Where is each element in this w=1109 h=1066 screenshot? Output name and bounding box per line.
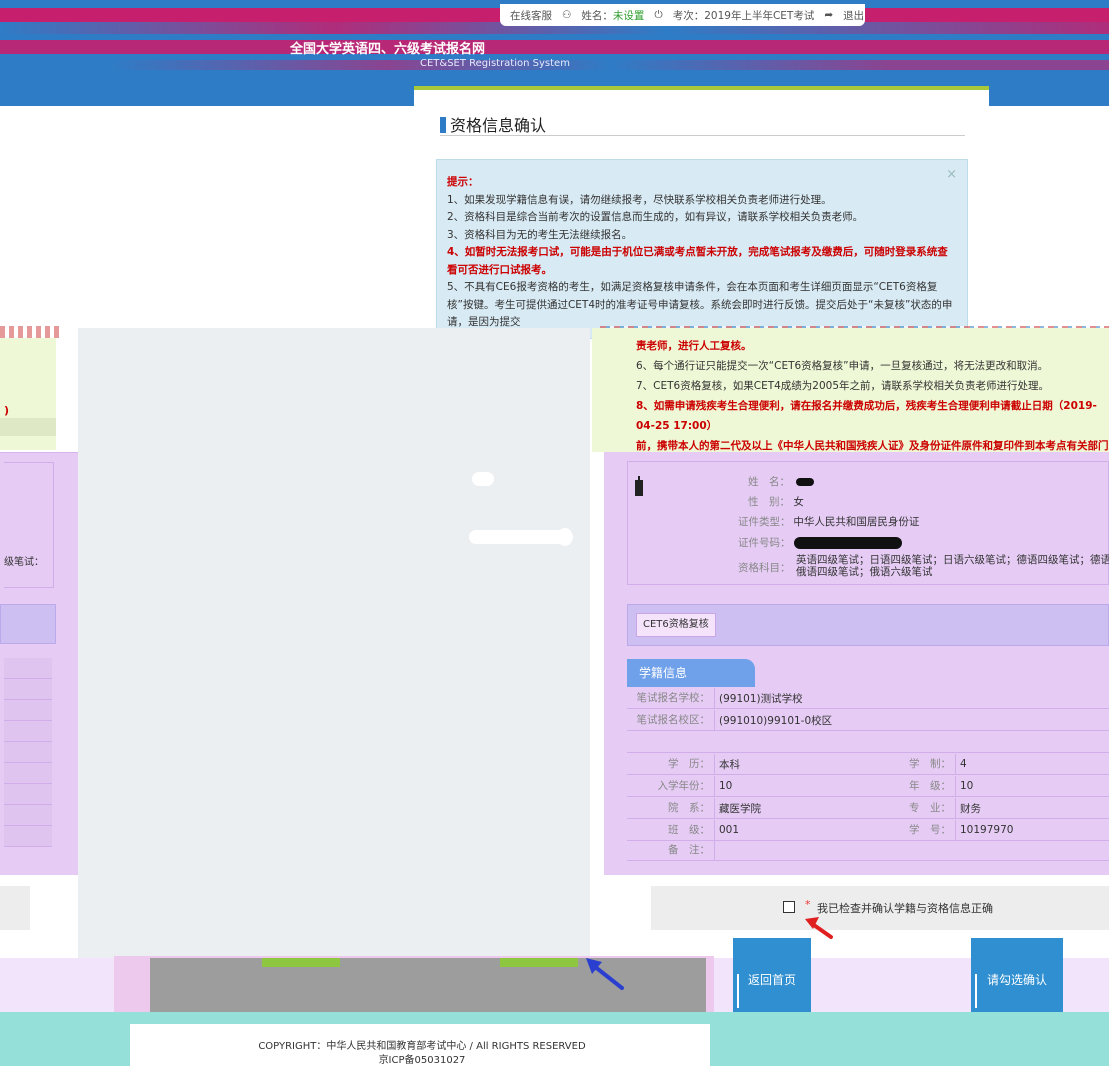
- name-label: 姓名：: [581, 9, 613, 22]
- online-service-link[interactable]: 在线客服: [510, 8, 552, 23]
- confirm-submit-button[interactable]: 请勾选确认: [971, 938, 1063, 1012]
- close-icon[interactable]: ×: [946, 166, 957, 184]
- notice-item: 4、如暂时无法报考口试，可能是由于机位已满或考点暂未开放，完成笔试报考及缴费后，…: [447, 246, 948, 276]
- notice-item: 3、资格科目为无的考生无法继续报名。: [447, 228, 633, 241]
- notice-item: 6、每个通行证只能提交一次“CET6资格复核”申请，一旦复核通过，将无法更改和取…: [636, 360, 1049, 372]
- button-stripe: [737, 974, 739, 1008]
- site-logo-title: 全国大学英语四、六级考试报名网: [290, 42, 486, 57]
- site-logo-subtitle: CET&SET Registration System: [420, 58, 570, 69]
- id-type-field: 证件类型： 中华人民共和国居民身份证: [738, 516, 920, 528]
- student-record-table: 学籍信息 笔试报名学校： (99101)测试学校 笔试报名校区： (991010)9…: [627, 659, 1109, 861]
- subjects-field: 资格科目：英语四级笔试；日语四级笔试；日语六级笔试；德语四级笔试；德语六级 俄语四…: [738, 554, 1109, 578]
- cet6-action-bar: CET6资格复核: [627, 604, 1109, 646]
- avatar-icon: [635, 476, 643, 496]
- glitch-segment: [0, 326, 60, 338]
- overlay-pill: [558, 528, 572, 546]
- left-paren-text: ): [4, 404, 10, 417]
- exam-session-label: 考次：2019年上半年CET考试: [672, 9, 815, 22]
- table-row: 入学年份： 10 年 级： 10: [627, 776, 1109, 797]
- left-confirm-fragment: [0, 886, 30, 930]
- confirm-checkbox[interactable]: [783, 901, 795, 913]
- back-home-button[interactable]: 返回首页: [733, 938, 811, 1012]
- notice-item: 8、如需申请残疾考生合理便利，请在报名并缴费成功后，残疾考生合理便利申请截止日期…: [636, 400, 1097, 432]
- notice-item: 1、如果发现学籍信息有误，请勿继续报考，尽快联系学校相关负责老师进行处理。: [447, 193, 832, 206]
- green-accent-bar: [500, 958, 578, 967]
- top-user-bar: 在线客服 ⚇ 姓名：未设置 ⏻ 考次：2019年上半年CET考试 ➦ 退出: [500, 4, 865, 26]
- table-row: 班 级： 001 学 号： 10197970: [627, 820, 1109, 841]
- left-cut-text: 级笔试：: [4, 557, 44, 568]
- redacted-id-number: [794, 537, 902, 549]
- notice-item: 7、CET6资格复核，如果CET4成绩为2005年之前，请联系学校相关负责老师进…: [636, 380, 1050, 392]
- name-value: 未设置: [612, 9, 645, 22]
- red-arrow-annotation-icon: [805, 917, 833, 939]
- gender-field: 性 别： 女: [748, 496, 804, 508]
- table-row: 备 注：: [627, 840, 1109, 861]
- notice-item: 责老师，进行人工复核。: [636, 340, 752, 352]
- student-record-tab: 学籍信息: [627, 659, 755, 687]
- left-notice-band: [0, 418, 56, 436]
- exam-icon: ⏻: [654, 8, 663, 21]
- left-notice-fragment: ): [0, 338, 56, 450]
- notice-item: 5、不具有CE6报考资格的考生，如满足资格复核申请条件，会在本页面和考生详细页面…: [447, 281, 953, 328]
- green-accent-bar: [262, 958, 340, 967]
- redacted-name: [796, 478, 814, 486]
- candidate-info-card: 姓 名： 性 别： 女 证件类型： 中华人民共和国居民身份证 证件号码： 资格科…: [627, 461, 1109, 585]
- table-row: 院 系： 藏医学院 专 业： 财务: [627, 798, 1109, 819]
- notice-continuation: 责老师，进行人工复核。 6、每个通行证只能提交一次“CET6资格复核”申请，一旦…: [592, 328, 1109, 452]
- button-stripe: [975, 974, 977, 1008]
- table-row: 学 历： 本科 学 制： 4: [627, 754, 1109, 775]
- name-field: 姓 名：: [738, 474, 814, 489]
- table-row: [627, 732, 1109, 753]
- left-table-fragment: [4, 658, 52, 858]
- notice-box: × 提示： 1、如果发现学籍信息有误，请勿继续报考，尽快联系学校相关负责老师进行…: [436, 159, 968, 339]
- page-title: 资格信息确认: [440, 112, 965, 136]
- cet6-review-button[interactable]: CET6资格复核: [636, 613, 716, 637]
- header-glitch-band: [0, 40, 1109, 54]
- notice-title: 提示：: [447, 176, 479, 188]
- blue-arrow-annotation-icon: [586, 958, 624, 990]
- logout-icon: ➦: [824, 9, 834, 21]
- logout-link[interactable]: 退出: [843, 8, 864, 23]
- icp-text: 京ICP备05031027: [378, 1055, 466, 1066]
- qualification-panel: 资格信息确认 × 提示： 1、如果发现学籍信息有误，请勿继续报考，尽快联系学校相…: [414, 86, 989, 339]
- notice-item: 2、资格科目是综合当前考次的设置信息而生成的，如有异议，请联系学校相关负责老师。: [447, 211, 864, 223]
- confirm-bar: * 我已检查并确认学籍与资格信息正确: [651, 886, 1109, 930]
- copyright-text: COPYRIGHT：中华人民共和国教育部考试中心 / All RIGHTS RE…: [0, 1040, 844, 1066]
- overlay-pill: [472, 472, 494, 486]
- table-row: 笔试报名学校： (99101)测试学校: [627, 688, 1109, 709]
- table-row: 笔试报名校区： (991010)99101-0校区: [627, 710, 1109, 731]
- blank-overlay-region: [78, 328, 590, 960]
- left-info-fragment: 级笔试：: [4, 462, 54, 588]
- notice-item: 前，携带本人的第二代及以上《中华人民共和国残疾人证》及身份证件原件和复印件到本考…: [636, 440, 1109, 452]
- left-button-bar-fragment: [0, 604, 56, 644]
- user-icon: ⚇: [562, 9, 572, 21]
- title-bar-accent: [440, 117, 446, 133]
- id-number-field: 证件号码：: [738, 535, 902, 550]
